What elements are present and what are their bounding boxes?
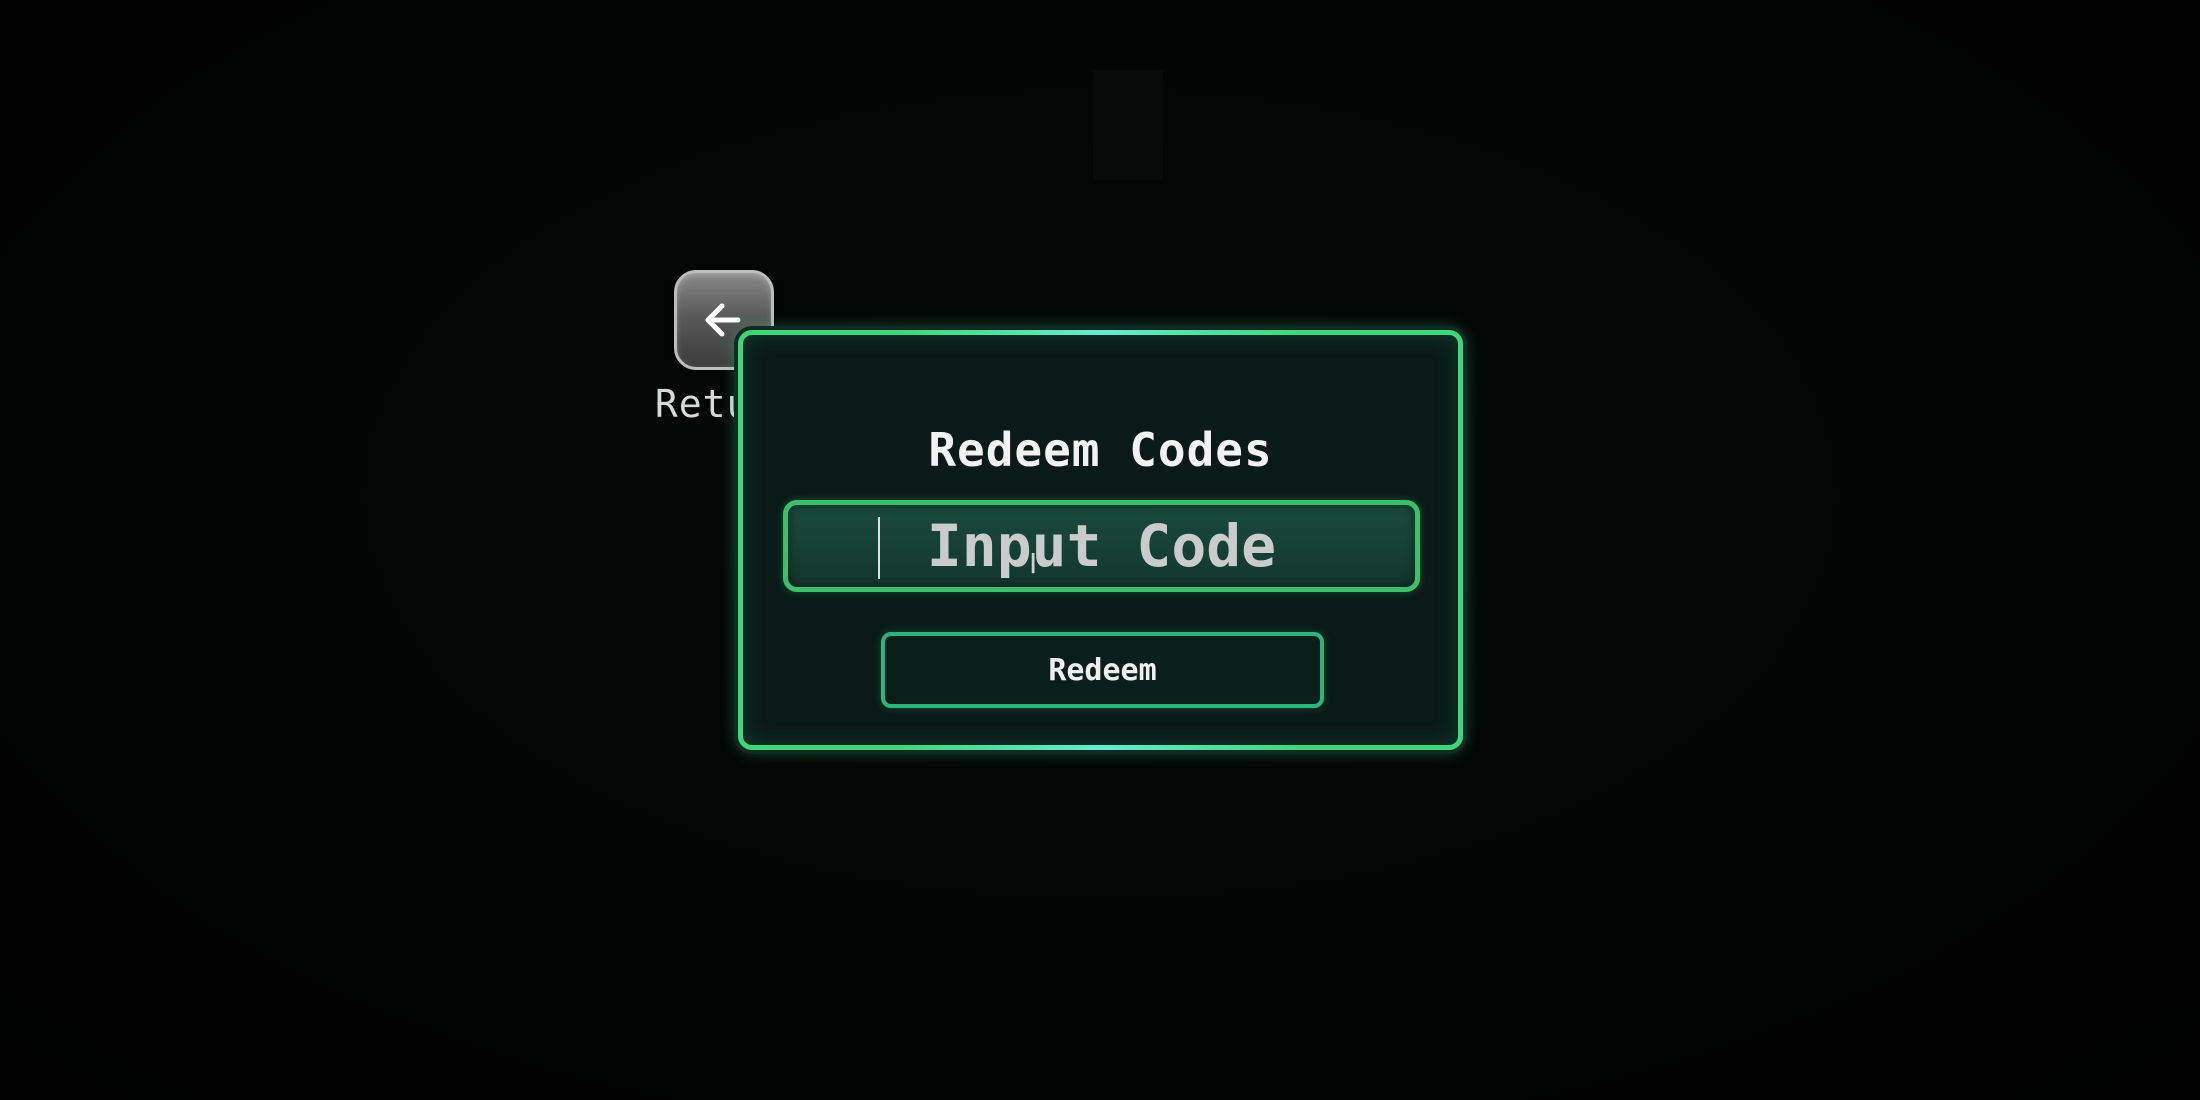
ibeam-cursor-icon: I	[1029, 547, 1038, 580]
text-caret	[878, 517, 880, 579]
background-shade	[1093, 70, 1163, 180]
redeem-button[interactable]: Redeem	[881, 632, 1324, 708]
code-input-frame[interactable]: I	[783, 500, 1420, 592]
game-screen: Return Redeem Codes I Redeem	[0, 0, 2200, 1100]
panel-title: Redeem Codes	[928, 423, 1273, 477]
code-input[interactable]	[788, 505, 1415, 587]
redeem-codes-panel: Redeem Codes I Redeem	[738, 330, 1463, 750]
